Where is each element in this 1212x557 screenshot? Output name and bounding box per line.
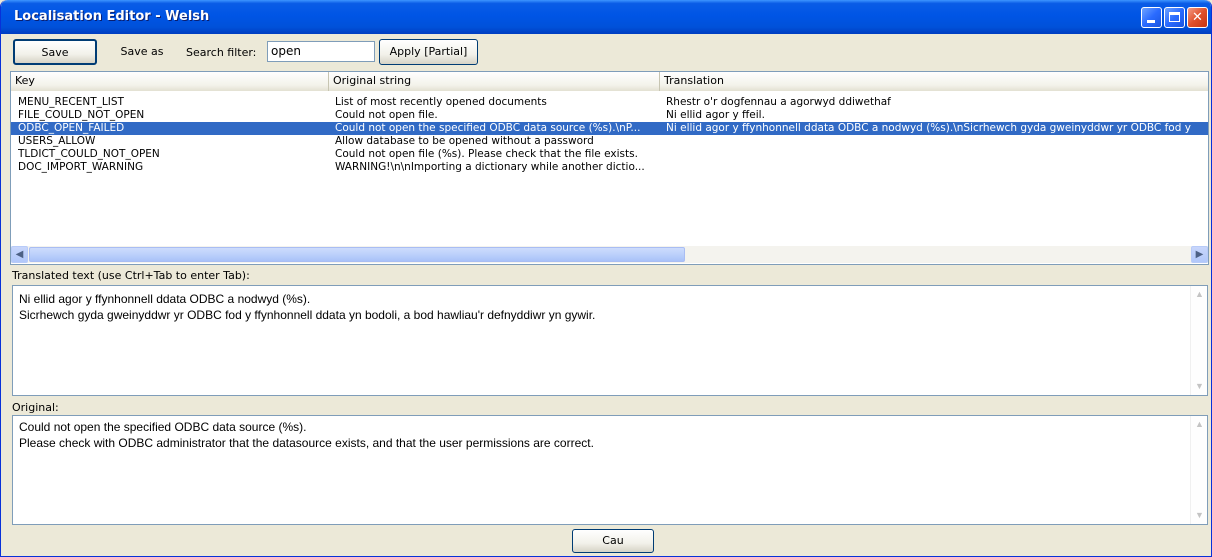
translated-text-area[interactable]: Ni ellid agor y ffynhonnell ddata ODBC a…: [12, 285, 1208, 396]
scroll-up-icon[interactable]: ▲: [1191, 286, 1207, 303]
original-label: Original:: [12, 401, 59, 414]
save-as-button[interactable]: Save as: [101, 39, 183, 65]
list-row[interactable]: DOC_IMPORT_WARNING WARNING!\n\nImporting…: [11, 161, 1208, 174]
search-filter-input[interactable]: open: [267, 41, 375, 62]
apply-filter-button[interactable]: Apply [Partial]: [379, 39, 478, 65]
close-window-button[interactable]: ✕: [1187, 7, 1208, 28]
row-original: WARNING!\n\nImporting a dictionary while…: [335, 161, 645, 173]
scroll-up-icon[interactable]: ▲: [1191, 416, 1207, 433]
row-original: Could not open file.: [335, 109, 438, 121]
row-translation: Ni ellid agor y ffynhonnell ddata ODBC a…: [666, 122, 1191, 134]
row-key: FILE_COULD_NOT_OPEN: [18, 109, 145, 121]
close-button[interactable]: Cau: [572, 529, 654, 553]
localisation-editor-window: Localisation Editor - Welsh ✕ Save Save …: [0, 0, 1212, 557]
row-original: Could not open file (%s). Please check t…: [335, 148, 638, 160]
vertical-scrollbar[interactable]: ▲ ▼: [1190, 416, 1207, 524]
list-row-selected[interactable]: ODBC_OPEN_FAILED Could not open the spec…: [11, 122, 1208, 135]
list-row[interactable]: MENU_RECENT_LIST List of most recently o…: [11, 96, 1208, 109]
scroll-left-icon[interactable]: ◀: [11, 246, 28, 263]
minimize-icon: [1147, 20, 1155, 23]
row-translation: Rhestr o'r dogfennau a agorwyd ddiwethaf: [666, 96, 891, 108]
translated-line: Ni ellid agor y ffynhonnell ddata ODBC a…: [19, 292, 311, 306]
list-row[interactable]: USERS_ALLOW Allow database to be opened …: [11, 135, 1208, 148]
maximize-button[interactable]: [1164, 7, 1185, 28]
search-filter-label: Search filter:: [186, 46, 257, 59]
scroll-down-icon[interactable]: ▼: [1191, 507, 1207, 524]
window-title: Localisation Editor - Welsh: [14, 9, 210, 24]
column-header-key[interactable]: Key: [11, 72, 329, 91]
row-key: TLDICT_COULD_NOT_OPEN: [18, 148, 160, 160]
row-key: DOC_IMPORT_WARNING: [18, 161, 144, 173]
row-key: USERS_ALLOW: [18, 135, 96, 147]
maximize-icon: [1169, 12, 1180, 22]
title-bar[interactable]: Localisation Editor - Welsh ✕: [1, 0, 1211, 34]
minimize-button[interactable]: [1141, 7, 1162, 28]
row-key: MENU_RECENT_LIST: [18, 96, 124, 108]
horizontal-scrollbar[interactable]: ◀ ▶: [11, 246, 1208, 263]
original-text-area[interactable]: Could not open the specified ODBC data s…: [12, 415, 1208, 525]
scrollbar-thumb[interactable]: [29, 247, 685, 262]
row-original: Allow database to be opened without a pa…: [335, 135, 594, 147]
translated-line: Sicrhewch gyda gweinyddwr yr ODBC fod y …: [19, 308, 596, 322]
row-original: Could not open the specified ODBC data s…: [335, 122, 641, 134]
list-row[interactable]: FILE_COULD_NOT_OPEN Could not open file.…: [11, 109, 1208, 122]
strings-list[interactable]: Key Original string Translation MENU_REC…: [10, 71, 1209, 265]
original-line: Could not open the specified ODBC data s…: [19, 420, 307, 434]
column-header-original[interactable]: Original string: [329, 72, 660, 91]
toolbar: Save Save as Search filter: open Apply […: [10, 38, 1210, 66]
scroll-down-icon[interactable]: ▼: [1191, 378, 1207, 395]
original-line: Please check with ODBC administrator tha…: [19, 436, 594, 450]
close-icon: ✕: [1192, 10, 1203, 25]
save-button[interactable]: Save: [13, 39, 97, 65]
row-translation: Ni ellid agor y ffeil.: [666, 109, 765, 121]
row-key: ODBC_OPEN_FAILED: [18, 122, 125, 134]
vertical-scrollbar[interactable]: ▲ ▼: [1190, 286, 1207, 395]
scroll-right-icon[interactable]: ▶: [1191, 246, 1208, 263]
row-original: List of most recently opened documents: [335, 96, 547, 108]
translated-text-label: Translated text (use Ctrl+Tab to enter T…: [12, 269, 250, 282]
list-row[interactable]: TLDICT_COULD_NOT_OPEN Could not open fil…: [11, 148, 1208, 161]
list-header: Key Original string Translation: [11, 72, 1208, 91]
column-header-translation[interactable]: Translation: [660, 72, 1208, 91]
